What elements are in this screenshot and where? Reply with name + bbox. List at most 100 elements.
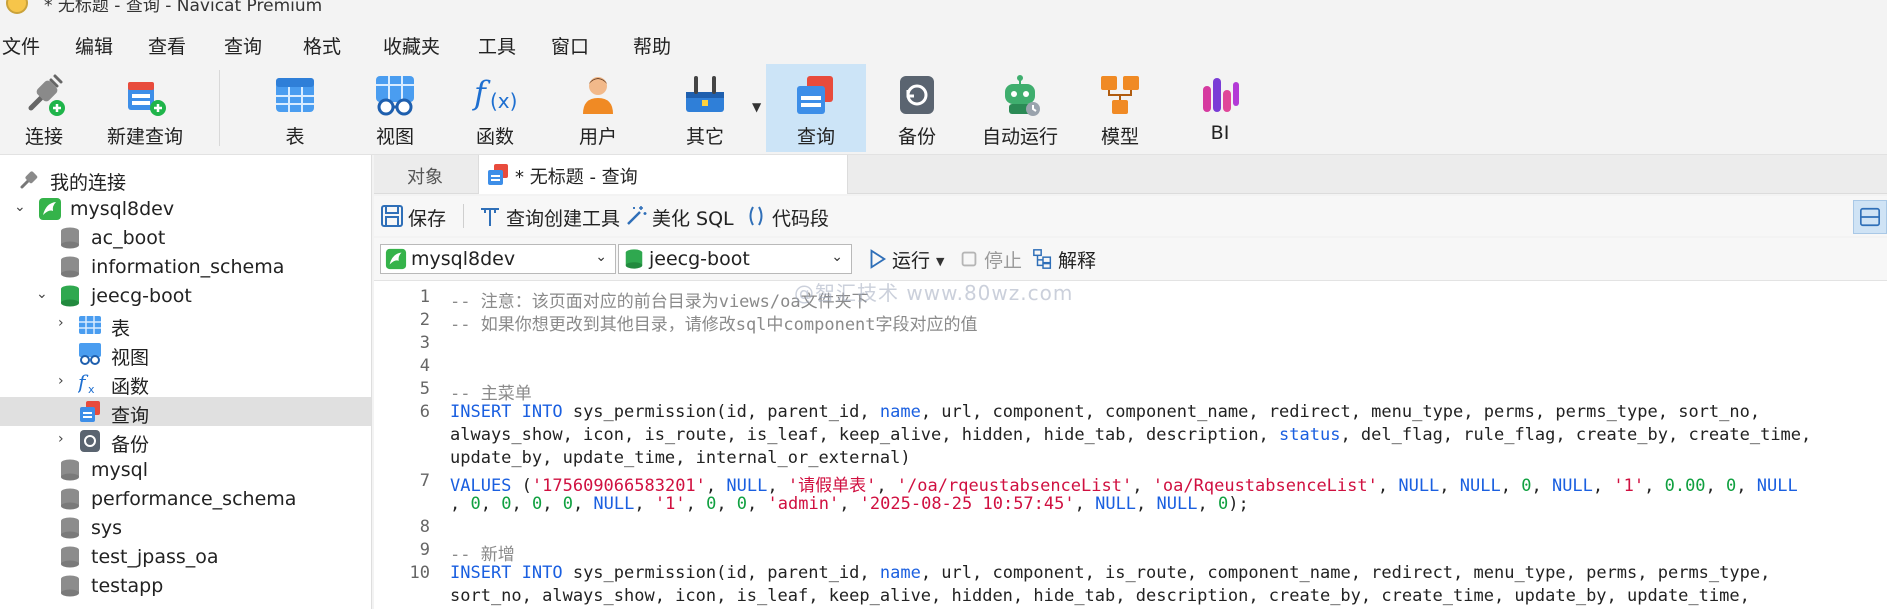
function-icon: f (x) xyxy=(472,74,517,113)
bi-button[interactable]: BI xyxy=(1175,64,1265,152)
magic-wand-icon xyxy=(627,206,647,225)
chevron-right-icon[interactable]: › xyxy=(58,431,64,447)
tree-db-ac-boot[interactable]: ac_boot xyxy=(0,223,371,252)
tree-root-label: 我的连接 xyxy=(50,172,127,194)
beautify-sql-label: 美化 SQL xyxy=(652,208,734,230)
database-icon xyxy=(625,249,643,269)
code-line-10b: sort_no, always_show, icon, is_leaf, kee… xyxy=(450,586,1750,606)
menu-help[interactable]: 帮助 xyxy=(633,32,671,59)
tab-bar: 对象 * 无标题 - 查询 xyxy=(374,155,1887,194)
tree-db-label: test_jpass_oa xyxy=(91,546,219,568)
tree-root-my-connections[interactable]: 我的连接 xyxy=(0,164,371,194)
chevron-down-icon[interactable]: ⌄ xyxy=(36,286,48,302)
database-icon xyxy=(61,459,79,481)
code-line-2: -- 如果你想更改到其他目录，请修改sql中component字段对应的值 xyxy=(450,315,978,335)
run-label: 运行 xyxy=(892,250,931,272)
view-button[interactable]: 视图 xyxy=(350,64,440,152)
tree-db-label: jeecg-boot xyxy=(91,285,192,307)
backup-label: 备份 xyxy=(897,126,936,148)
layout-toggle-button[interactable] xyxy=(1853,200,1887,234)
explain-label: 解释 xyxy=(1058,250,1097,272)
bi-label: BI xyxy=(1210,122,1230,144)
toolbox-icon xyxy=(686,76,724,112)
table-label: 表 xyxy=(285,126,305,148)
tree-db-label: ac_boot xyxy=(91,227,166,249)
connection-tree: 我的连接 ⌄ mysql8dev ac_boot information_sch… xyxy=(0,155,372,609)
toolbar-separator xyxy=(463,204,464,228)
explain-button[interactable]: 解释 xyxy=(1032,246,1112,274)
user-button[interactable]: 用户 xyxy=(553,64,643,152)
menu-tools[interactable]: 工具 xyxy=(478,32,516,59)
line-number: 5 xyxy=(419,379,430,399)
save-button[interactable]: 保存 xyxy=(380,202,460,230)
function-icon: f x xyxy=(78,371,95,395)
function-button[interactable]: f (x) 函数 xyxy=(450,64,540,152)
run-dropdown-caret-icon[interactable]: ▼ xyxy=(936,250,950,278)
menu-query[interactable]: 查询 xyxy=(224,32,262,59)
menu-edit[interactable]: 编辑 xyxy=(75,32,113,59)
chevron-right-icon[interactable]: › xyxy=(58,373,64,389)
save-label: 保存 xyxy=(408,208,447,230)
sql-editor[interactable]: 1 2 3 4 5 6 7 8 9 10 -- 注意：该页面对应的前台目录为vi… xyxy=(374,281,1887,609)
menu-favorites[interactable]: 收藏夹 xyxy=(383,32,440,59)
chevron-right-icon[interactable]: › xyxy=(58,315,64,331)
new-query-label: 新建查询 xyxy=(106,126,183,148)
tree-db-performance-schema[interactable]: performance_schema xyxy=(0,484,371,513)
menu-format[interactable]: 格式 xyxy=(303,32,341,59)
beautify-sql-button[interactable]: 美化 SQL xyxy=(624,202,734,230)
query-builder-button[interactable]: 查询创建工具 xyxy=(478,202,624,230)
svg-text:(x): (x) xyxy=(490,89,517,113)
tab-untitled-query[interactable]: * 无标题 - 查询 xyxy=(478,155,848,194)
tree-node-label: 函数 xyxy=(111,376,150,398)
tree-node-queries[interactable]: 查询 xyxy=(0,397,371,427)
menu-view[interactable]: 查看 xyxy=(148,32,186,59)
new-query-button[interactable]: 新建查询 xyxy=(100,64,190,152)
tree-node-backups[interactable]: › 备份 xyxy=(0,426,371,456)
query-selector-row: mysql8dev ⌄ jeecg-boot ⌄ 运行 ▼ 停止 解释 xyxy=(374,238,1887,281)
tree-node-views[interactable]: 视图 xyxy=(0,339,371,369)
code-line-7b: , 0, 0, 0, 0, NULL, '1', 0, 0, 'admin', … xyxy=(450,494,1249,514)
tree-node-tables[interactable]: › 表 xyxy=(0,310,371,340)
mysql-connection-icon xyxy=(385,248,407,270)
connect-button[interactable]: 连接 xyxy=(0,64,88,152)
run-button[interactable]: 运行 xyxy=(866,246,946,274)
table-icon xyxy=(79,316,101,334)
other-dropdown-caret-icon[interactable]: ▼ xyxy=(752,100,761,114)
query-button[interactable]: 查询 xyxy=(766,64,866,152)
tree-node-functions[interactable]: › f x 函数 xyxy=(0,368,371,398)
mysql-connection-icon xyxy=(39,198,61,220)
line-number: 10 xyxy=(409,563,430,583)
backup-button[interactable]: 备份 xyxy=(872,64,962,152)
code-snippet-button[interactable]: 代码段 xyxy=(744,202,834,230)
tree-db-mysql[interactable]: mysql xyxy=(0,455,371,484)
connection-select[interactable]: mysql8dev ⌄ xyxy=(380,244,616,274)
view-icon xyxy=(79,343,101,365)
tab-objects-label: 对象 xyxy=(407,167,443,188)
chevron-down-icon[interactable]: ⌄ xyxy=(14,199,26,215)
table-button[interactable]: 表 xyxy=(250,64,340,152)
other-button[interactable]: 其它 xyxy=(660,64,750,152)
tree-db-sys[interactable]: sys xyxy=(0,513,371,542)
tab-objects[interactable]: 对象 xyxy=(374,155,474,193)
query-icon xyxy=(80,401,100,422)
tree-db-jeecg-boot[interactable]: ⌄ jeecg-boot xyxy=(0,281,371,310)
model-button[interactable]: 模型 xyxy=(1075,64,1165,152)
menu-window[interactable]: 窗口 xyxy=(551,32,589,59)
tree-db-label: mysql xyxy=(91,459,148,481)
tree-db-testapp[interactable]: testapp xyxy=(0,571,371,600)
automation-label: 自动运行 xyxy=(981,126,1058,148)
tree-connection-mysql8dev[interactable]: ⌄ mysql8dev xyxy=(0,194,371,223)
menu-file[interactable]: 文件 xyxy=(2,32,40,59)
backup-icon xyxy=(900,76,934,114)
database-select[interactable]: jeecg-boot ⌄ xyxy=(618,244,852,274)
view-icon xyxy=(376,76,414,116)
tree-db-test-jpass-oa[interactable]: test_jpass_oa xyxy=(0,542,371,571)
stop-button[interactable]: 停止 xyxy=(958,246,1028,274)
code-line-10a: INSERT INTO sys_permission(id, parent_id… xyxy=(450,563,1771,583)
line-number: 9 xyxy=(419,540,430,560)
user-icon xyxy=(583,77,613,114)
view-label: 视图 xyxy=(375,126,414,148)
tree-db-information-schema[interactable]: information_schema xyxy=(0,252,371,281)
code-line-6c: update_by, update_time, internal_or_exte… xyxy=(450,448,911,468)
automation-button[interactable]: 自动运行 xyxy=(970,64,1070,152)
